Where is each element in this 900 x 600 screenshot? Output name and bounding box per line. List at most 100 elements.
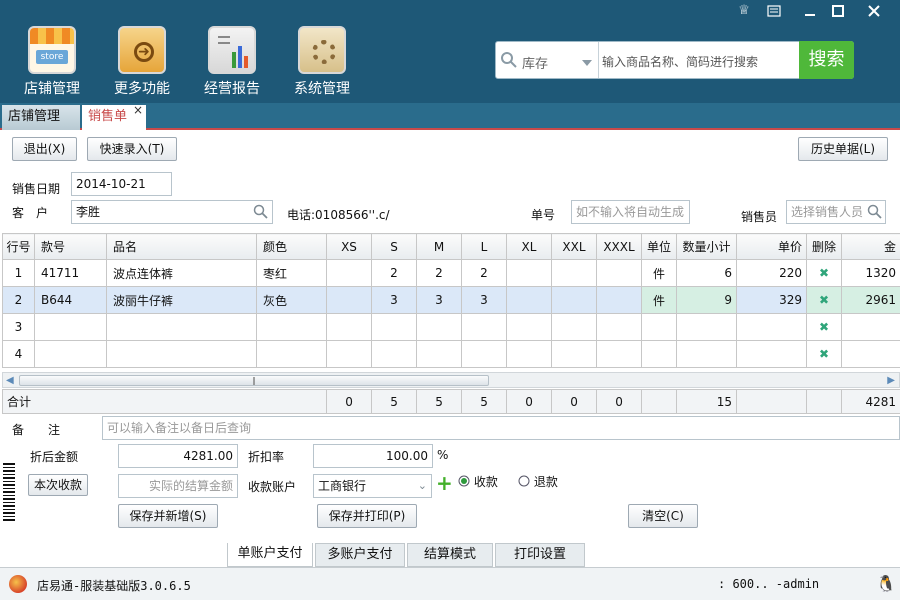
col-header[interactable]: XS — [326, 233, 372, 260]
tab-multi-account[interactable]: 多账户支付 — [315, 543, 405, 567]
col-header[interactable]: 颜色 — [256, 233, 327, 260]
scroll-thumb[interactable]: ‖ — [19, 375, 489, 386]
refund-radio[interactable]: 退款 — [518, 473, 558, 490]
menu-icon[interactable] — [762, 2, 786, 20]
item-code[interactable] — [34, 340, 107, 368]
col-header[interactable]: 单位 — [641, 233, 677, 260]
search-icon[interactable] — [253, 204, 269, 223]
search-icon[interactable] — [867, 204, 883, 223]
qty-xxl[interactable] — [551, 259, 597, 287]
col-header[interactable]: 款号 — [34, 233, 107, 260]
item-name[interactable]: 波丽牛仔裤 — [106, 286, 257, 314]
col-header[interactable]: 金 — [841, 233, 900, 260]
order-no-field[interactable]: 如不输入将自动生成 — [571, 200, 690, 224]
col-header[interactable]: 数量小计 — [676, 233, 737, 260]
unit-price[interactable]: 220 — [736, 259, 807, 287]
minimize-icon[interactable] — [798, 2, 822, 20]
item-code[interactable]: 41711 — [34, 259, 107, 287]
table-row[interactable]: 4 ✖ — [2, 340, 900, 368]
account-select[interactable]: 工商银行 ⌄ — [313, 474, 432, 498]
col-header[interactable]: S — [371, 233, 417, 260]
qty-xxl[interactable] — [551, 286, 597, 314]
date-field[interactable]: 2014-10-21 — [71, 172, 172, 196]
qty-s[interactable]: 2 — [371, 259, 417, 287]
scroll-right-icon[interactable]: ▶ — [887, 375, 895, 386]
item-name[interactable] — [106, 313, 257, 341]
quick-entry-button[interactable]: 快速录入(T) — [87, 137, 177, 161]
qty-l[interactable] — [461, 313, 507, 341]
qty-xs[interactable] — [326, 313, 372, 341]
horizontal-scrollbar[interactable]: ◀ ‖ ▶ — [2, 372, 900, 388]
nav-business-report[interactable]: 经营报告 — [192, 26, 272, 98]
item-color[interactable]: 枣红 — [256, 259, 327, 287]
delete-icon[interactable]: ✖ — [806, 313, 842, 341]
receive-now-button[interactable]: 本次收款 — [28, 474, 88, 496]
maximize-icon[interactable] — [826, 2, 850, 20]
search-category[interactable]: 库存 — [522, 53, 548, 72]
qty-xxxl[interactable] — [596, 286, 642, 314]
qty-xxl[interactable] — [551, 340, 597, 368]
delete-icon[interactable]: ✖ — [806, 259, 842, 287]
delete-icon[interactable]: ✖ — [806, 286, 842, 314]
qty-xxxl[interactable] — [596, 313, 642, 341]
table-row[interactable]: 1 41711 波点连体裤 枣红 2 2 2 件 6 220 ✖ 1320 — [2, 259, 900, 287]
item-code[interactable]: B644 — [34, 286, 107, 314]
qty-xxl[interactable] — [551, 313, 597, 341]
table-row[interactable]: 2 B644 波丽牛仔裤 灰色 3 3 3 件 9 329 ✖ 2961 — [2, 286, 900, 314]
tab-store-management[interactable]: 店铺管理 — [2, 105, 80, 130]
close-icon[interactable] — [862, 2, 886, 20]
clear-button[interactable]: 清空(C) — [628, 504, 698, 528]
penguin-icon[interactable]: 🐧 — [876, 574, 896, 593]
item-color[interactable] — [256, 313, 327, 341]
receive-radio[interactable]: 收款 — [458, 473, 498, 490]
nav-store-management[interactable]: store 店铺管理 — [12, 26, 92, 98]
tab-settlement-mode[interactable]: 结算模式 — [407, 543, 493, 567]
item-color[interactable]: 灰色 — [256, 286, 327, 314]
save-print-button[interactable]: 保存并打印(P) — [317, 504, 417, 528]
col-header[interactable]: XXXL — [596, 233, 642, 260]
qty-xl[interactable] — [506, 340, 552, 368]
col-header[interactable]: XXL — [551, 233, 597, 260]
qty-s[interactable] — [371, 340, 417, 368]
qty-l[interactable]: 3 — [461, 286, 507, 314]
nav-system-management[interactable]: 系统管理 — [282, 26, 362, 98]
shirt-icon[interactable]: ♕ — [732, 2, 756, 20]
unit-price[interactable]: 329 — [736, 286, 807, 314]
qty-xl[interactable] — [506, 313, 552, 341]
exit-button[interactable]: 退出(X) — [12, 137, 77, 161]
qty-l[interactable] — [461, 340, 507, 368]
qty-l[interactable]: 2 — [461, 259, 507, 287]
qty-xl[interactable] — [506, 286, 552, 314]
after-discount-field[interactable]: 4281.00 — [118, 444, 238, 468]
add-account-icon[interactable]: + — [436, 473, 453, 493]
tab-print-settings[interactable]: 打印设置 — [495, 543, 585, 567]
item-code[interactable] — [34, 313, 107, 341]
qty-m[interactable] — [416, 313, 462, 341]
seller-field[interactable]: 选择销售人员 — [786, 200, 886, 224]
close-icon[interactable]: × — [133, 99, 143, 122]
qty-s[interactable]: 3 — [371, 286, 417, 314]
qty-m[interactable]: 2 — [416, 259, 462, 287]
qty-xl[interactable] — [506, 259, 552, 287]
col-header[interactable]: 删除 — [806, 233, 842, 260]
unit-price[interactable] — [736, 340, 807, 368]
tab-single-account[interactable]: 单账户支付 — [227, 543, 313, 567]
chevron-down-icon[interactable] — [582, 57, 592, 71]
qty-m[interactable] — [416, 340, 462, 368]
table-row[interactable]: 3 ✖ — [2, 313, 900, 341]
save-new-button[interactable]: 保存并新增(S) — [118, 504, 218, 528]
qty-xs[interactable] — [326, 259, 372, 287]
history-button[interactable]: 历史单据(L) — [798, 137, 888, 161]
delete-icon[interactable]: ✖ — [806, 340, 842, 368]
search-button[interactable]: 搜索 — [799, 41, 854, 79]
col-header[interactable]: 行号 — [2, 233, 35, 260]
discount-rate-field[interactable]: 100.00 — [313, 444, 433, 468]
qty-m[interactable]: 3 — [416, 286, 462, 314]
qty-s[interactable] — [371, 313, 417, 341]
qty-xs[interactable] — [326, 286, 372, 314]
nav-more-functions[interactable]: ➜ 更多功能 — [102, 26, 182, 98]
col-header[interactable]: 品名 — [106, 233, 257, 260]
scroll-left-icon[interactable]: ◀ — [6, 375, 14, 386]
tab-sales-order[interactable]: 销售单 × — [82, 103, 146, 130]
col-header[interactable]: 单价 — [736, 233, 807, 260]
